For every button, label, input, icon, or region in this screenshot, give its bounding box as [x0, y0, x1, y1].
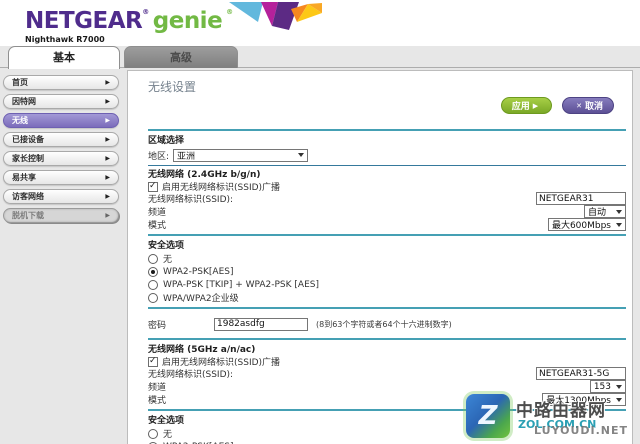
- sidebar-item-label: 家长控制: [12, 154, 44, 163]
- channel-selected-value: 自动: [588, 208, 607, 218]
- region-section-heading: 区域选择: [148, 136, 185, 146]
- sidebar-item-attached-devices[interactable]: 已接设备 ▶: [3, 132, 119, 147]
- brand-registered-mark: ®: [142, 8, 149, 16]
- band24-ssid-row: 无线网络标识(SSID):: [148, 192, 626, 205]
- watermark-luyoudi-domain: LUYOUDI.NET: [534, 424, 629, 437]
- chevron-right-icon: ▶: [105, 136, 110, 143]
- sidebar-item-label: 已接设备: [12, 135, 44, 144]
- apply-button-label: 应用: [511, 102, 530, 112]
- section-divider: [148, 165, 626, 166]
- radio-button[interactable]: [148, 428, 158, 439]
- genie-ribbon-graphic: [229, 2, 322, 30]
- section-divider: [148, 307, 626, 309]
- radio-label: 无: [163, 430, 173, 440]
- ssid-label: 无线网络标识(SSID):: [148, 370, 234, 380]
- security24-option-enterprise: WPA/WPA2企业级: [148, 291, 626, 304]
- chevron-right-icon: ▶: [105, 155, 110, 162]
- app-header: NETGEAR® genie ® Nighthawk R7000: [0, 0, 640, 46]
- password-row: 密码 (8到63个字符或者64个十六进制数字): [148, 313, 626, 335]
- sidebar-item-label: 访客网络: [12, 192, 44, 201]
- sidebar-item-label: 因特网: [12, 97, 36, 106]
- action-buttons: 应用 ▶ ✕ 取消: [500, 97, 614, 114]
- router-model-label: Nighthawk R7000: [25, 35, 105, 44]
- band24-mode-row: 模式 最大600Mbps: [148, 218, 626, 231]
- site-watermark: Z 中路由器网 ZOL.COM.CN LUYOUDI.NET: [466, 388, 638, 444]
- radio-button[interactable]: [148, 292, 158, 303]
- netgear-genie-logo: NETGEAR® genie ®: [25, 8, 233, 34]
- password-label: 密码: [148, 320, 167, 331]
- zol-logo-icon: Z: [466, 394, 510, 438]
- main-tab-bar: 基本 高级: [0, 46, 640, 69]
- sidebar-item-label: 脱机下载: [12, 211, 44, 220]
- product-name: genie: [152, 8, 223, 34]
- ssid-5g-input[interactable]: [536, 367, 626, 380]
- mode-selected-value: 最大600Mbps: [551, 221, 611, 231]
- sidebar-item-guest-network[interactable]: 访客网络 ▶: [3, 189, 119, 204]
- chevron-right-icon: ▶: [105, 212, 110, 219]
- ssid-label: 无线网络标识(SSID):: [148, 195, 234, 205]
- chevron-right-icon: ▶: [105, 79, 110, 86]
- mode-select[interactable]: 最大600Mbps: [547, 218, 626, 231]
- password-input[interactable]: [214, 317, 308, 331]
- sidebar-item-home[interactable]: 首页 ▶: [3, 75, 119, 90]
- sidebar-item-parental-controls[interactable]: 家长控制 ▶: [3, 151, 119, 166]
- section-divider: [148, 129, 626, 131]
- ssid-broadcast-checkbox[interactable]: [148, 181, 158, 192]
- region-label: 地区:: [148, 151, 170, 162]
- chevron-right-icon: ▶: [105, 193, 110, 200]
- region-row: 地区: 亚洲: [148, 147, 626, 163]
- radio-label: WPA/WPA2企业级: [163, 294, 239, 304]
- radio-label: WPA2-PSK[AES]: [163, 266, 234, 277]
- sidebar-item-label: 易共享: [12, 173, 36, 182]
- radio-button[interactable]: [148, 253, 158, 264]
- sidebar-item-label: 无线: [12, 116, 28, 125]
- chevron-right-icon: ▶: [105, 98, 110, 105]
- chevron-down-icon: [298, 153, 305, 157]
- radio-label: WPA-PSK [TKIP] + WPA2-PSK [AES]: [163, 279, 319, 290]
- play-icon: ▶: [532, 101, 539, 110]
- sidebar-item-wireless[interactable]: 无线 ▶: [3, 113, 119, 128]
- channel-label: 频道: [148, 208, 167, 218]
- security24-option-none: 无: [148, 252, 626, 265]
- security24-option-mixed: WPA-PSK [TKIP] + WPA2-PSK [AES]: [148, 278, 626, 291]
- band5-broadcast-row: 启用无线网络标识(SSID)广播: [148, 356, 626, 368]
- cancel-button[interactable]: ✕ 取消: [562, 97, 614, 114]
- radio-label: 无: [163, 255, 173, 265]
- region-select[interactable]: 亚洲: [173, 148, 309, 162]
- band5-ssid-row: 无线网络标识(SSID):: [148, 367, 626, 380]
- radio-button-selected[interactable]: [148, 266, 158, 277]
- band24-channel-row: 频道 自动: [148, 205, 626, 218]
- sidebar-item-offline-download[interactable]: 脱机下载 ▶: [3, 208, 119, 223]
- password-hint: (8到63个字符或者64个十六进制数字): [316, 319, 452, 329]
- chevron-down-icon: [616, 209, 622, 214]
- security24-option-wpa2psk: WPA2-PSK[AES]: [148, 265, 626, 278]
- ssid-broadcast-checkbox[interactable]: [148, 356, 158, 367]
- chevron-right-icon: ▶: [105, 174, 110, 181]
- ssid-input[interactable]: [536, 192, 626, 205]
- sidebar-nav: 首页 ▶ 因特网 ▶ 无线 ▶ 已接设备 ▶ 家长控制 ▶ 易共享 ▶ 访客网络…: [3, 75, 119, 227]
- region-selected-value: 亚洲: [177, 151, 196, 162]
- zol-logo-letter: Z: [478, 401, 498, 431]
- tab-basic[interactable]: 基本: [8, 46, 120, 69]
- chevron-right-icon: ▶: [105, 117, 110, 124]
- apply-button[interactable]: 应用 ▶: [500, 97, 553, 114]
- sidebar-item-internet[interactable]: 因特网 ▶: [3, 94, 119, 109]
- cancel-button-label: 取消: [584, 102, 603, 112]
- sidebar-item-label: 首页: [12, 78, 28, 87]
- band24-broadcast-row: 启用无线网络标识(SSID)广播: [148, 181, 626, 193]
- router-admin-page: NETGEAR® genie ® Nighthawk R7000 基本 高级 首页 …: [0, 0, 640, 444]
- page-title: 无线设置: [148, 80, 197, 94]
- radio-button[interactable]: [148, 279, 158, 290]
- tab-advanced[interactable]: 高级: [124, 46, 238, 68]
- section-divider: [148, 234, 626, 236]
- section-divider: [148, 338, 626, 340]
- brand-name: NETGEAR: [25, 8, 143, 34]
- channel-select[interactable]: 自动: [584, 205, 626, 218]
- chevron-down-icon: [616, 222, 622, 227]
- security24-heading: 安全选项: [148, 241, 185, 251]
- sidebar-item-readyshare[interactable]: 易共享 ▶: [3, 170, 119, 185]
- mode-label: 模式: [148, 221, 167, 231]
- x-icon: ✕: [576, 101, 582, 110]
